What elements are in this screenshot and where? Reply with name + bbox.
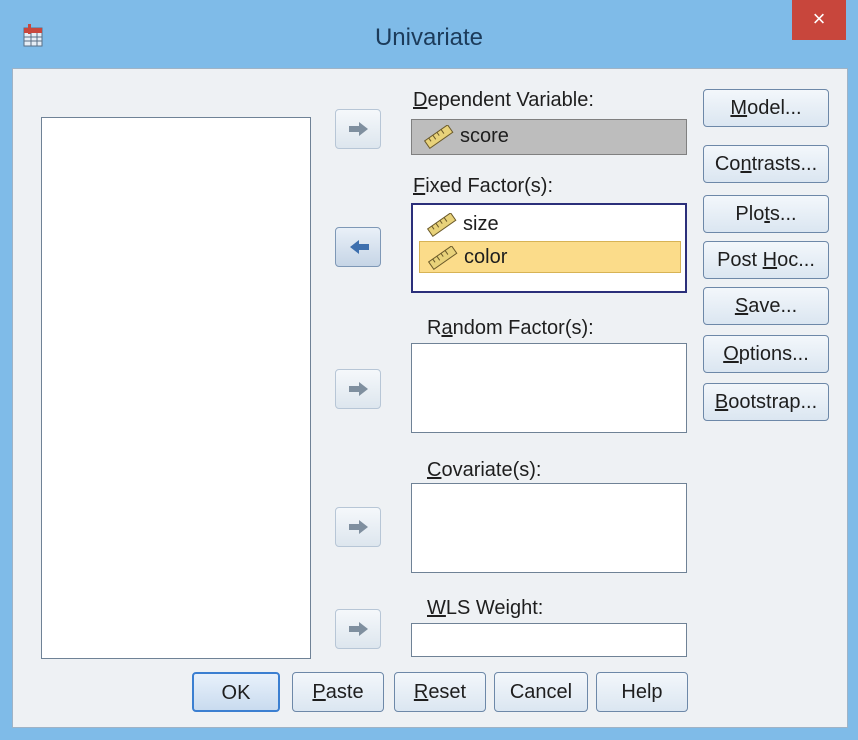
model-button[interactable]: Model... (703, 89, 829, 127)
contrasts-button[interactable]: Contrasts... (703, 145, 829, 183)
plots-button[interactable]: Plots... (703, 195, 829, 233)
fixed-factors-list[interactable]: size color (411, 203, 687, 293)
fixed-factor-label: size (463, 213, 499, 235)
dependent-variable-label: Dependent Variable: (413, 89, 594, 111)
move-to-covariates-button[interactable] (335, 507, 381, 547)
fixed-factor-label: color (464, 246, 508, 268)
options-button[interactable]: Options... (703, 335, 829, 373)
window-title: Univariate (374, 24, 484, 51)
close-button[interactable]: × (792, 0, 846, 40)
arrow-right-icon (349, 382, 368, 396)
dependent-variable-item[interactable]: score (416, 121, 682, 153)
cancel-button[interactable]: Cancel (494, 672, 588, 712)
covariates-label: Covariate(s): (427, 459, 542, 481)
close-icon: × (812, 6, 826, 31)
move-to-wls-weight-button[interactable] (335, 609, 381, 649)
move-to-dependent-button[interactable] (335, 109, 381, 149)
move-to-random-factors-button[interactable] (335, 369, 381, 409)
random-factors-label: Random Factor(s): (427, 317, 594, 339)
post-hoc-button[interactable]: Post Hoc... (703, 241, 829, 279)
dependent-variable-box[interactable]: score (411, 119, 687, 155)
random-factors-list[interactable] (411, 343, 687, 433)
arrow-right-icon (349, 520, 368, 534)
dialog-body: Dependent Variable: score Fixed Factor(s… (12, 68, 848, 728)
help-button[interactable]: Help (596, 672, 688, 712)
paste-button[interactable]: Paste (292, 672, 384, 712)
save-button[interactable]: Save... (703, 287, 829, 325)
covariates-list[interactable] (411, 483, 687, 573)
reset-button[interactable]: Reset (394, 672, 486, 712)
move-from-fixed-factors-button[interactable] (335, 227, 381, 267)
dependent-variable-value: score (460, 125, 509, 147)
fixed-factors-label: Fixed Factor(s): (413, 175, 554, 197)
scale-ruler-icon (428, 246, 458, 270)
arrow-right-icon (349, 622, 368, 636)
bootstrap-button[interactable]: Bootstrap... (703, 383, 829, 421)
scale-ruler-icon (424, 125, 454, 149)
arrow-right-icon (349, 122, 368, 136)
fixed-factor-item-color[interactable]: color (419, 241, 681, 273)
univariate-dialog: Univariate × Dependent Variable: score F… (0, 0, 858, 740)
wls-weight-field[interactable] (411, 623, 687, 657)
arrow-left-icon (350, 240, 369, 254)
wls-weight-label: WLS Weight: (427, 597, 544, 619)
fixed-factor-item-size[interactable]: size (419, 209, 681, 241)
source-variable-list[interactable] (41, 117, 311, 659)
scale-ruler-icon (427, 213, 457, 237)
ok-button[interactable]: OK (192, 672, 280, 712)
